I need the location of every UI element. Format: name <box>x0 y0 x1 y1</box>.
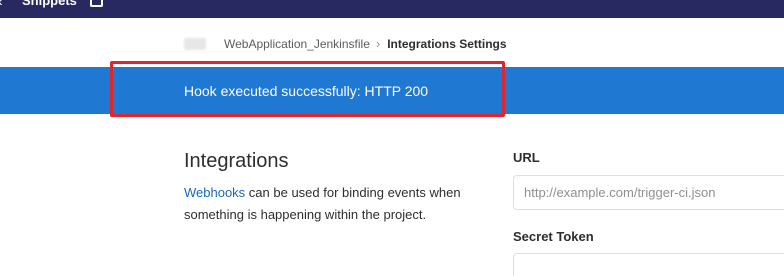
highlight-annotation <box>110 61 505 117</box>
top-navbar: ‹ Snippets <box>0 0 784 18</box>
nav-snippets-link[interactable]: Snippets <box>22 0 77 9</box>
secret-token-input[interactable] <box>513 253 784 276</box>
chevron-left-icon[interactable]: ‹ <box>0 0 3 8</box>
page-title: Integrations <box>184 150 289 172</box>
secret-token-label: Secret Token <box>513 229 594 244</box>
webhooks-link[interactable]: Webhooks <box>184 185 245 200</box>
breadcrumb-current[interactable]: Integrations Settings <box>387 37 506 51</box>
url-input[interactable] <box>513 175 784 210</box>
integrations-description: Webhooks can be used for binding events … <box>184 182 494 226</box>
group-avatar[interactable] <box>184 38 206 50</box>
breadcrumb-project-link[interactable]: WebApplication_Jenkinsfile <box>224 37 370 51</box>
breadcrumb-chevron-icon: › <box>375 36 381 51</box>
todo-list-icon[interactable] <box>90 0 103 7</box>
url-label: URL <box>513 150 540 165</box>
breadcrumb: WebApplication_Jenkinsfile › Integration… <box>184 36 507 52</box>
